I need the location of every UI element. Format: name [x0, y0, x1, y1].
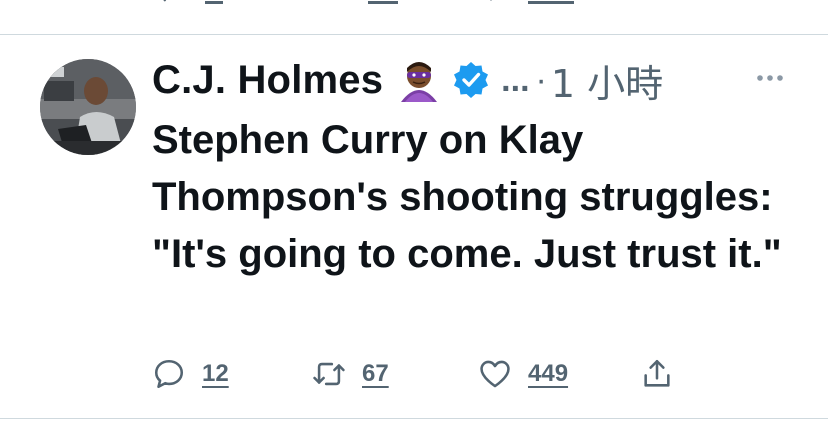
- retweet-count-underline: [368, 1, 398, 4]
- bottom-divider: [0, 418, 828, 419]
- separator-dot: ·: [535, 60, 547, 99]
- share-icon[interactable]: [642, 0, 660, 4]
- like-count: 449: [528, 360, 569, 387]
- share-icon: [644, 359, 670, 387]
- verified-badge-icon[interactable]: [451, 60, 491, 100]
- reply-count: 12: [202, 360, 229, 387]
- retweet-icon: [313, 362, 345, 386]
- retweet-button[interactable]: 67: [312, 354, 389, 394]
- reply-icon[interactable]: [158, 0, 176, 4]
- like-button[interactable]: 449: [478, 354, 568, 394]
- tweet-text: Stephen Curry on Klay Thompson's shootin…: [152, 118, 782, 276]
- top-divider: [0, 34, 828, 35]
- avatar[interactable]: [40, 59, 136, 155]
- more-options-icon[interactable]: [752, 68, 788, 88]
- reply-button[interactable]: 12: [152, 354, 229, 394]
- author-name[interactable]: C.J. Holmes: [152, 58, 383, 103]
- reply-icon: [154, 359, 184, 389]
- share-button[interactable]: [640, 354, 674, 394]
- tweet-header: C.J. Holmes ... · 1 小時: [152, 54, 663, 106]
- like-count-underline: [528, 1, 574, 4]
- retweet-icon[interactable]: [318, 0, 336, 4]
- avatar-photo: [40, 59, 136, 155]
- retweet-count: 67: [362, 360, 389, 387]
- timestamp[interactable]: 1 小時: [551, 53, 663, 108]
- superhero-emoji-icon: [401, 62, 438, 102]
- like-icon[interactable]: [482, 0, 500, 4]
- previous-tweet-actions: [150, 0, 690, 6]
- author-handle[interactable]: ...: [501, 61, 529, 100]
- reply-count-underline: [205, 1, 223, 4]
- tweet-actions: 12 67 449: [152, 354, 712, 394]
- like-icon: [480, 360, 510, 388]
